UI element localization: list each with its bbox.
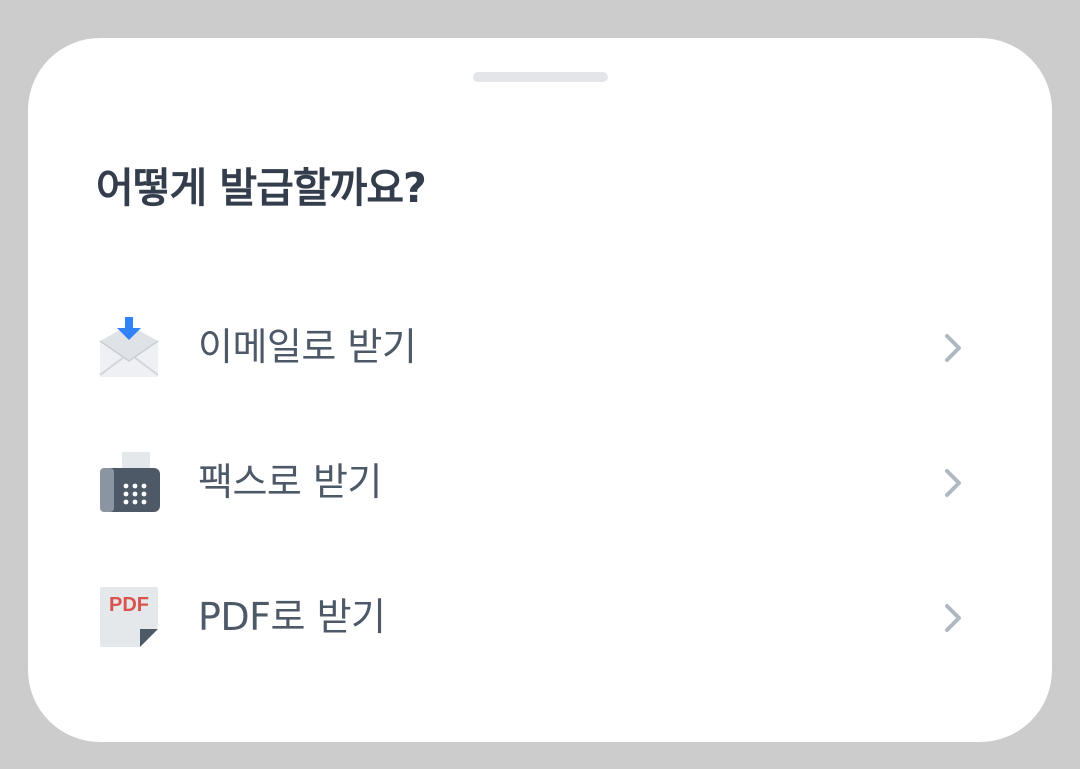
drag-handle[interactable] [473,72,608,82]
option-pdf-label: PDF로 받기 [198,595,386,639]
fax-icon [98,452,160,514]
option-email[interactable]: 이메일로 받기 [28,292,1052,402]
option-pdf[interactable]: PDF PDF로 받기 [28,562,1052,672]
option-email-label: 이메일로 받기 [198,325,417,369]
option-fax[interactable]: 팩스로 받기 [28,427,1052,537]
svg-text:PDF: PDF [109,594,149,616]
email-download-icon [98,317,160,379]
chevron-right-icon [932,463,972,503]
chevron-right-icon [932,598,972,638]
chevron-right-icon [932,328,972,368]
pdf-file-icon: PDF [98,587,160,649]
sheet-title: 어떻게 발급할까요? [96,164,427,212]
option-fax-label: 팩스로 받기 [198,460,382,504]
bottom-sheet: 어떻게 발급할까요? 이메일로 받기 팩스로 받기 PDF PDF로 받기 [28,38,1052,742]
